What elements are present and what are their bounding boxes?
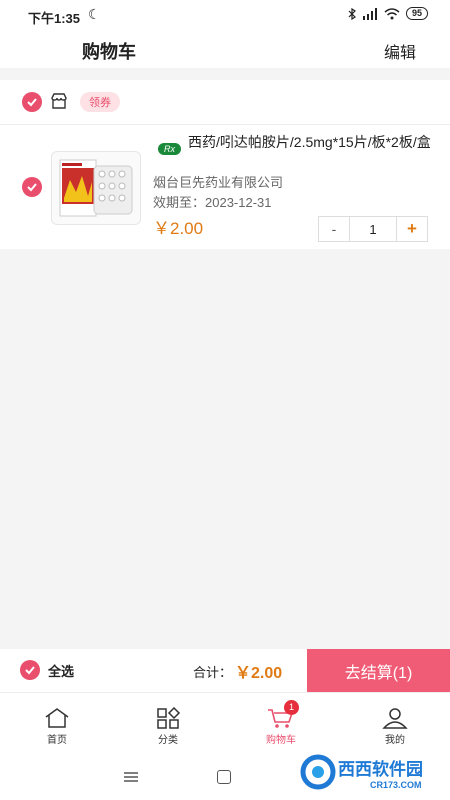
increase-button[interactable]: +: [396, 217, 427, 241]
rx-badge: Rx: [158, 143, 181, 155]
tab-cart-label: 购物车: [266, 735, 296, 746]
tab-home-label: 首页: [47, 735, 67, 746]
product-company: 烟台巨先药业有限公司: [153, 175, 284, 190]
tab-category-label: 分类: [158, 735, 178, 746]
status-icons: 95: [348, 7, 428, 20]
status-bar: 下午1:35 ☾ 95: [0, 0, 450, 32]
category-icon: [157, 707, 181, 729]
home-icon: [45, 708, 69, 728]
product-image[interactable]: [51, 151, 141, 225]
menu-icon[interactable]: [124, 772, 138, 782]
total-label: 合计：: [193, 665, 233, 680]
edit-button[interactable]: 编辑: [384, 39, 416, 63]
tab-cart[interactable]: 1 购物车: [251, 700, 311, 746]
check-icon: [27, 98, 37, 107]
wifi-icon: [384, 7, 400, 19]
profile-icon: [382, 708, 408, 729]
store-row: 领券: [0, 80, 450, 125]
home-nav-icon[interactable]: [217, 770, 231, 784]
moon-icon: ☾: [88, 6, 101, 22]
store-checkbox[interactable]: [22, 92, 42, 112]
cart-count-badge: 1: [284, 700, 299, 715]
check-icon: [27, 183, 37, 192]
store-icon: [51, 93, 67, 109]
quantity-input[interactable]: 1: [350, 217, 396, 241]
product-expiry: 效期至：2023-12-31: [153, 195, 272, 210]
cart-item: Rx 西药/吲达帕胺片/2.5mg*15片/板*2板/盒 烟台巨先药业有限公司 …: [0, 125, 450, 249]
signal-icon: [362, 7, 377, 20]
tab-profile-label: 我的: [385, 735, 405, 746]
watermark-brand: 西西软件园: [338, 759, 423, 779]
decrease-button[interactable]: -: [319, 217, 350, 241]
watermark-site: CR173.COM: [370, 780, 422, 790]
watermark-logo: 西西软件园 CR173.COM: [300, 754, 423, 790]
tab-home[interactable]: 首页: [27, 707, 87, 746]
bluetooth-icon: [348, 7, 356, 20]
tab-bar: 首页 分类 1 购物车 我的: [0, 692, 450, 755]
nav-bar: 购物车 编辑: [0, 32, 450, 68]
select-all-checkbox[interactable]: [20, 660, 40, 680]
tab-profile[interactable]: 我的: [365, 707, 425, 746]
status-time: 下午1:35: [28, 11, 81, 26]
tab-category[interactable]: 分类: [138, 707, 198, 746]
product-name[interactable]: 西药/吲达帕胺片/2.5mg*15片/板*2板/盒: [188, 133, 438, 152]
medicine-box-image: [59, 159, 133, 217]
battery-indicator: 95: [405, 7, 428, 20]
coupon-button[interactable]: 领券: [80, 92, 120, 112]
quantity-stepper: - 1 +: [318, 216, 428, 242]
checkout-bar: 全选 合计： ￥2.00 去结算(1): [0, 649, 450, 692]
page-title: 购物车: [82, 42, 136, 62]
product-price: ￥2.00: [153, 219, 204, 238]
checkout-button[interactable]: 去结算(1): [307, 649, 450, 692]
check-icon: [25, 666, 35, 675]
select-all-label[interactable]: 全选: [48, 661, 74, 680]
total-amount: ￥2.00: [235, 665, 283, 682]
item-checkbox[interactable]: [22, 177, 42, 197]
